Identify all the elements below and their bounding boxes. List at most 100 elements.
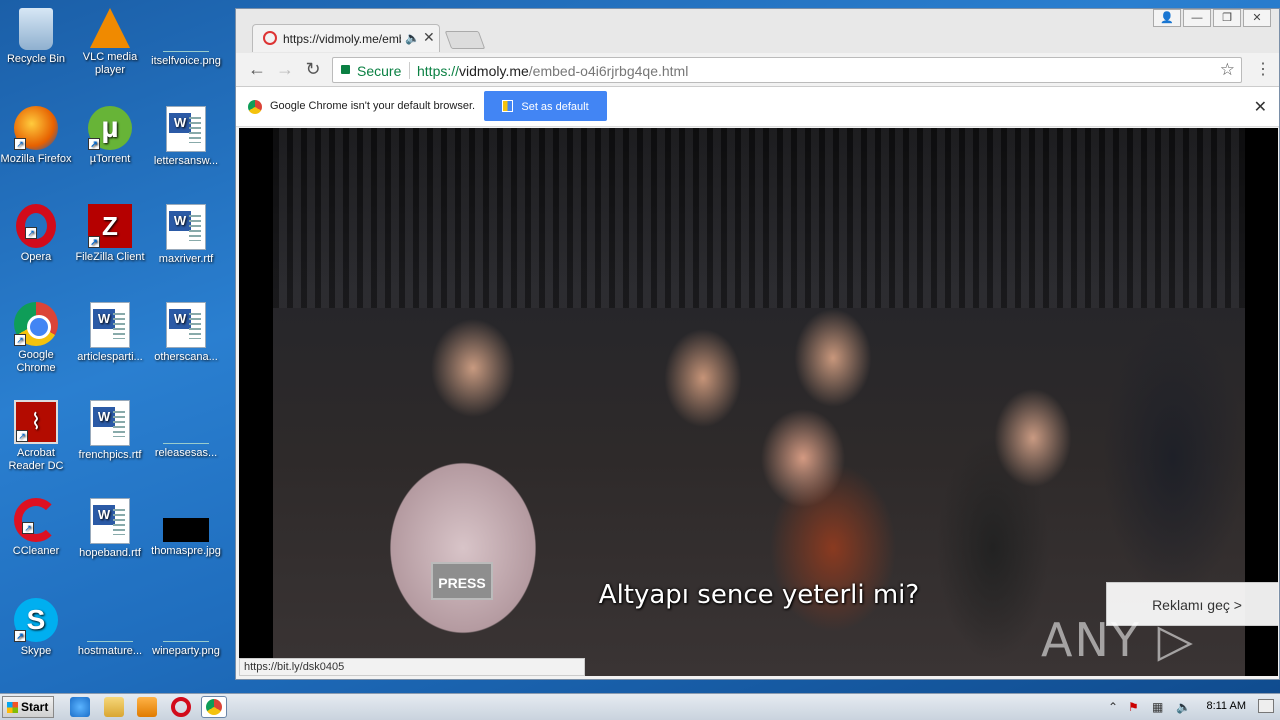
media-player-taskbar-icon[interactable]: [137, 697, 157, 717]
set-as-default-label: Set as default: [521, 100, 589, 113]
video-subtitle: Altyapı sence yeterli mi?: [598, 580, 920, 610]
speaker-icon[interactable]: 🔈: [405, 31, 420, 45]
tray-expand-icon[interactable]: ⌃: [1108, 700, 1118, 714]
default-browser-infobar: Google Chrome isn't your default browser…: [236, 87, 1279, 127]
image-file-icon: [163, 424, 209, 444]
address-bar[interactable]: Secure https://vidmoly.me/embed-o4i6rjrb…: [332, 57, 1242, 83]
word-doc-icon: W: [90, 302, 130, 348]
new-tab-button[interactable]: [444, 31, 486, 49]
chrome-icon: [248, 100, 262, 114]
word-doc-icon: W: [90, 498, 130, 544]
url-path: /embed-o4i6rjrbg4qe.html: [528, 63, 689, 79]
desktop-icon-chrome[interactable]: ↗ Google Chrome: [0, 302, 74, 375]
utorrent-icon: µ ↗: [88, 106, 132, 150]
desktop-icon-articlesparti[interactable]: W articlesparti...: [72, 302, 148, 364]
bookmark-star-icon[interactable]: ☆: [1220, 60, 1235, 80]
desktop-icon-hopeband[interactable]: W hopeband.rtf: [72, 498, 148, 560]
video-frame-background: [273, 128, 1245, 308]
desktop-icon-firefox[interactable]: ↗ Mozilla Firefox: [0, 106, 74, 166]
desktop-icon-lettersansw[interactable]: W lettersansw...: [148, 106, 224, 168]
desktop-icon-label: FileZilla Client: [75, 251, 145, 263]
opera-taskbar-icon[interactable]: [171, 697, 191, 717]
chrome-menu-button[interactable]: ⋮: [1255, 59, 1271, 79]
desktop-icon-label: maxriver.rtf: [158, 253, 214, 265]
desktop-icon-ccleaner[interactable]: ↗ CCleaner: [0, 498, 74, 558]
video-player[interactable]: PRESS Altyapı sence yeterli mi? Reklamı …: [273, 128, 1278, 676]
chrome-taskbar-icon[interactable]: [201, 696, 227, 718]
start-label: Start: [21, 700, 49, 714]
profile-button[interactable]: 👤: [1153, 9, 1181, 27]
chrome-icon: ↗: [14, 302, 58, 346]
clock[interactable]: 8:11 AM: [1206, 700, 1246, 712]
ie-taskbar-icon[interactable]: [70, 697, 90, 717]
network-icon[interactable]: ▦: [1152, 700, 1163, 714]
vlc-icon: [90, 8, 130, 48]
toolbar: ← → ↻ Secure https://vidmoly.me/embed-o4…: [236, 53, 1279, 87]
explorer-taskbar-icon[interactable]: [104, 697, 124, 717]
start-button[interactable]: Start: [2, 696, 54, 718]
image-file-icon: [163, 518, 209, 542]
desktop-icon-releasesas[interactable]: releasesas...: [148, 400, 224, 460]
desktop-icon-utorrent[interactable]: µ ↗ µTorrent: [72, 106, 148, 166]
acrobat-icon: ⌇ ↗: [14, 400, 58, 444]
back-button[interactable]: ←: [246, 59, 268, 80]
desktop-icon-acrobat[interactable]: ⌇ ↗ Acrobat Reader DC: [0, 400, 74, 473]
infobar-message: Google Chrome isn't your default browser…: [270, 100, 476, 112]
desktop-icon-label: hostmature...: [77, 645, 143, 657]
tab-vidmoly[interactable]: https://vidmoly.me/emb 🔈 ✕: [252, 24, 440, 52]
window-controls: 👤 — ❐ ✕: [1151, 9, 1271, 27]
shield-icon: [502, 99, 514, 112]
desktop-icon-filezilla[interactable]: Z ↗ FileZilla Client: [72, 204, 148, 264]
desktop-icon-itselfvoice[interactable]: itselfvoice.png: [148, 8, 224, 68]
desktop-icon-skype[interactable]: S ↗ Skype: [0, 598, 74, 658]
desktop-icon-opera[interactable]: ↗ Opera: [0, 204, 74, 264]
desktop-icon-label: Skype: [20, 645, 52, 657]
infobar-close-button[interactable]: ✕: [1254, 97, 1267, 117]
desktop-icon-label: otherscana...: [154, 351, 218, 363]
word-doc-icon: W: [166, 204, 206, 250]
url-protocol: https://: [417, 63, 460, 79]
restore-button[interactable]: ❐: [1213, 9, 1241, 27]
ccleaner-icon: ↗: [14, 498, 58, 542]
tab-close-button[interactable]: ✕: [423, 29, 435, 46]
word-doc-icon: W: [90, 400, 130, 446]
reload-button[interactable]: ↻: [302, 59, 324, 80]
desktop-icon-maxriver[interactable]: W maxriver.rtf: [148, 204, 224, 266]
firefox-icon: ↗: [14, 106, 58, 150]
minimize-button[interactable]: —: [1183, 9, 1211, 27]
desktop-icon-label: Mozilla Firefox: [0, 153, 72, 165]
desktop-icon-hostmature[interactable]: hostmature...: [72, 598, 148, 658]
favicon-icon: [263, 31, 277, 45]
desktop-icon-otherscana[interactable]: W otherscana...: [148, 302, 224, 364]
desktop-icon-recycle-bin[interactable]: Recycle Bin: [0, 8, 74, 66]
desktop-icon-vlc[interactable]: VLC media player: [72, 8, 148, 77]
desktop-icon-frenchpics[interactable]: W frenchpics.rtf: [72, 400, 148, 462]
desktop-icon-label: Opera: [20, 251, 52, 263]
image-file-icon: [163, 622, 209, 642]
desktop-icon-label: releasesas...: [154, 447, 218, 459]
opera-icon: ↗: [16, 204, 56, 248]
word-doc-icon: W: [166, 106, 206, 152]
status-bubble: https://bit.ly/dsk0405: [239, 658, 585, 676]
desktop-icon-thomaspre[interactable]: thomaspre.jpg: [148, 498, 224, 558]
volume-icon[interactable]: 🔈: [1176, 700, 1191, 714]
desktop-icon-label: Recycle Bin: [6, 53, 66, 65]
desktop-icon-label: thomaspre.jpg: [151, 545, 221, 557]
show-desktop-button[interactable]: [1258, 699, 1274, 713]
skype-icon: S ↗: [14, 598, 58, 642]
desktop-icon-label: lettersansw...: [153, 155, 219, 167]
close-window-button[interactable]: ✕: [1243, 9, 1271, 27]
url-text[interactable]: https://vidmoly.me/embed-o4i6rjrbg4qe.ht…: [417, 63, 688, 79]
system-tray: ⌃ ⚑ ▦ 🔈 8:11 AM: [1100, 694, 1280, 720]
tab-title: https://vidmoly.me/emb: [283, 32, 401, 46]
desktop-icon-label: hopeband.rtf: [79, 547, 141, 559]
desktop: Recycle Bin ↗ Mozilla Firefox ↗ Opera ↗ …: [0, 0, 232, 690]
chrome-window: https://vidmoly.me/emb 🔈 ✕ 👤 — ❐ ✕ ← → ↻…: [235, 8, 1280, 680]
desktop-icon-label: VLC media player: [82, 51, 138, 76]
page-content: PRESS Altyapı sence yeterli mi? Reklamı …: [239, 128, 1278, 676]
action-center-icon[interactable]: ⚑: [1128, 700, 1139, 714]
forward-button[interactable]: →: [274, 59, 296, 80]
set-as-default-button[interactable]: Set as default: [484, 91, 607, 121]
title-bar: https://vidmoly.me/emb 🔈 ✕ 👤 — ❐ ✕: [236, 9, 1279, 53]
desktop-icon-wineparty[interactable]: wineparty.png: [148, 598, 224, 658]
